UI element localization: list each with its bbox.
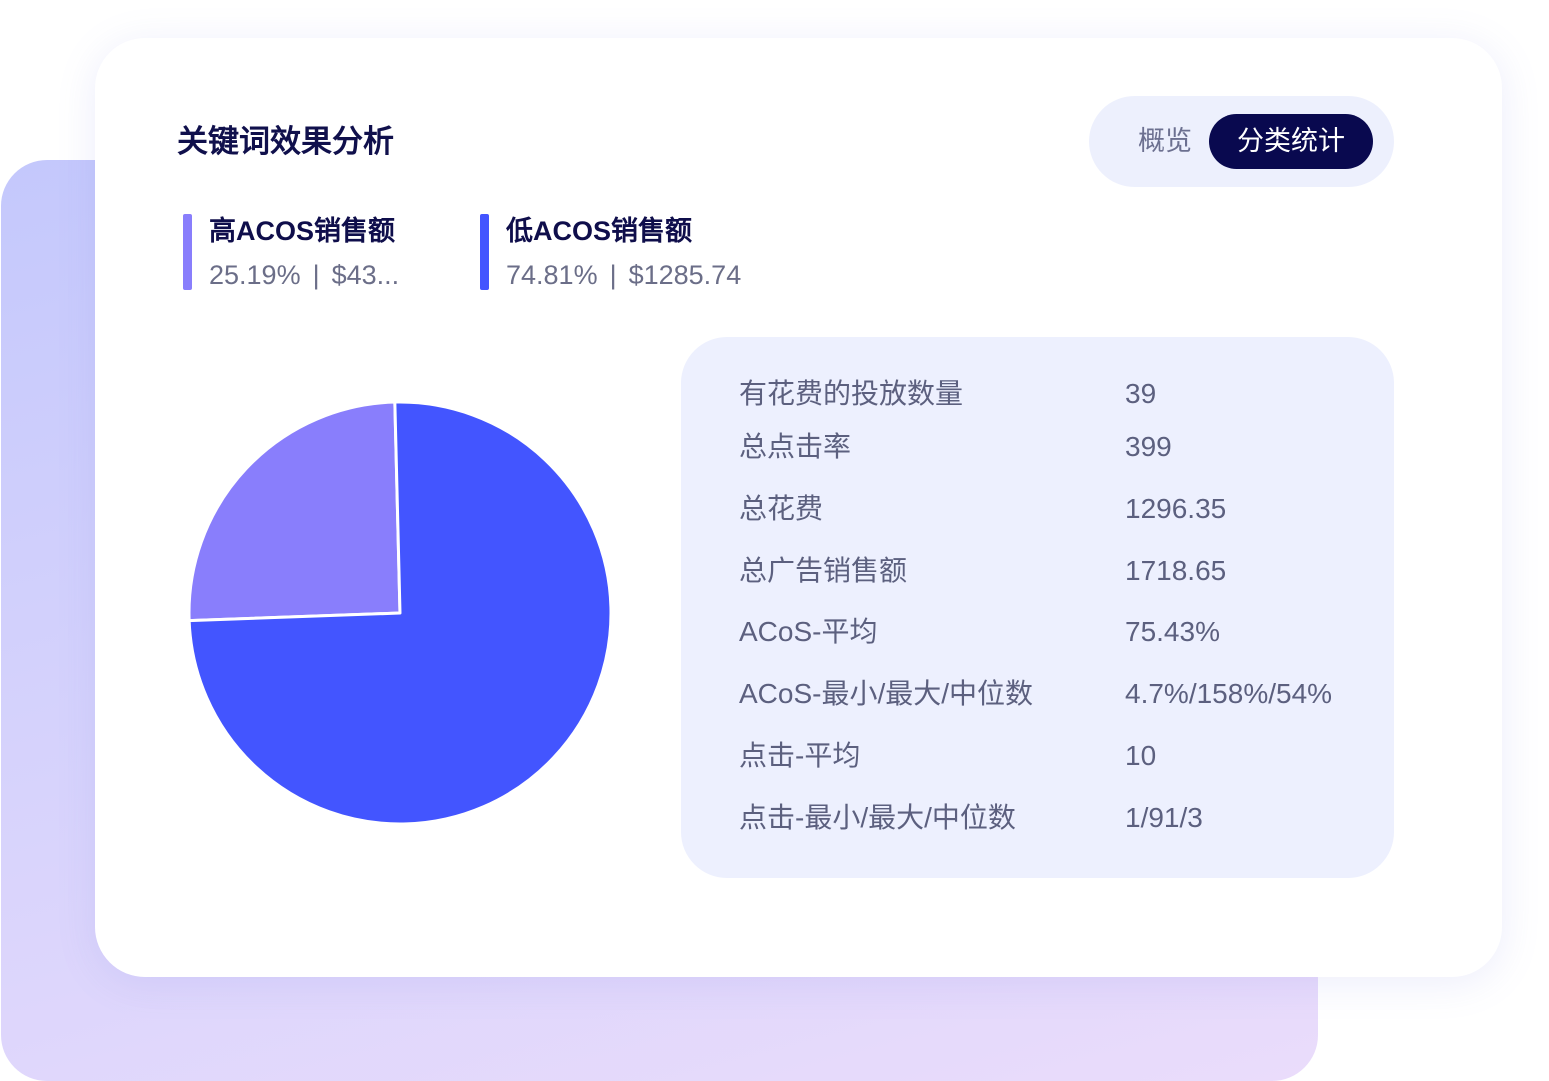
stat-value: 10	[1125, 740, 1157, 771]
view-toggle: 概览 分类统计	[1089, 96, 1394, 187]
stat-row-total-ad-sales: 总广告销售额 1718.65	[681, 553, 1394, 589]
stat-value: 1718.65	[1125, 555, 1227, 586]
stat-row-total-clicks: 总点击率 399	[681, 429, 1394, 465]
stat-label: 总花费	[739, 493, 824, 524]
legend-title: 高ACOS销售额	[209, 216, 396, 246]
stat-value: 4.7%/158%/54%	[1125, 678, 1333, 709]
stat-label: 点击-最小/最大/中位数	[739, 802, 1016, 833]
stat-value: 1/91/3	[1125, 802, 1203, 833]
stat-label: 总广告销售额	[739, 555, 908, 586]
legend-color-bar	[183, 214, 192, 290]
stat-value: 399	[1125, 431, 1172, 462]
legend-amount: $43...	[331, 260, 400, 290]
stat-label: 点击-平均	[739, 740, 861, 771]
tab-overview[interactable]: 概览	[1117, 114, 1213, 169]
tab-category-stats[interactable]: 分类统计	[1209, 114, 1373, 169]
stat-row-acos-average: ACoS-平均 75.43%	[681, 614, 1394, 650]
stat-row-acos-min-max-median: ACoS-最小/最大/中位数 4.7%/158%/54%	[681, 676, 1394, 712]
stat-row-clicks-average: 点击-平均 10	[681, 738, 1394, 774]
legend-value: 25.19% | $43...	[209, 257, 399, 293]
pie-slice-high-acos-sales[interactable]	[187, 400, 402, 623]
stat-value: 75.43%	[1125, 616, 1220, 647]
stat-label: 总点击率	[739, 431, 852, 462]
stat-label: 有花费的投放数量	[739, 378, 964, 409]
legend-title: 低ACOS销售额	[506, 216, 693, 246]
acos-sales-pie-chart	[187, 400, 613, 826]
legend-separator: |	[609, 260, 617, 290]
stat-value: 1296.35	[1125, 493, 1227, 524]
keyword-analysis-card: 关键词效果分析 概览 分类统计 高ACOS销售额 25.19% | $43... 低…	[95, 38, 1502, 977]
stats-panel: 有花费的投放数量 39 总点击率 399 总花费 1296.35 总广告销售额 …	[681, 337, 1394, 878]
stat-row-clicks-min-max-median: 点击-最小/最大/中位数 1/91/3	[681, 800, 1394, 836]
stat-row-total-spend: 总花费 1296.35	[681, 491, 1394, 527]
stat-label: ACoS-平均	[739, 616, 878, 647]
stat-label: ACoS-最小/最大/中位数	[739, 678, 1034, 709]
legend-percent: 74.81%	[506, 260, 598, 290]
legend-percent: 25.19%	[209, 260, 301, 290]
card-title: 关键词效果分析	[177, 124, 394, 159]
stat-row-spend-targets: 有花费的投放数量 39	[681, 376, 1394, 412]
stat-value: 39	[1125, 378, 1157, 409]
legend-value: 74.81% | $1285.74	[506, 257, 741, 293]
legend-separator: |	[312, 260, 320, 290]
legend-amount: $1285.74	[628, 260, 742, 290]
legend-color-bar	[480, 214, 489, 290]
